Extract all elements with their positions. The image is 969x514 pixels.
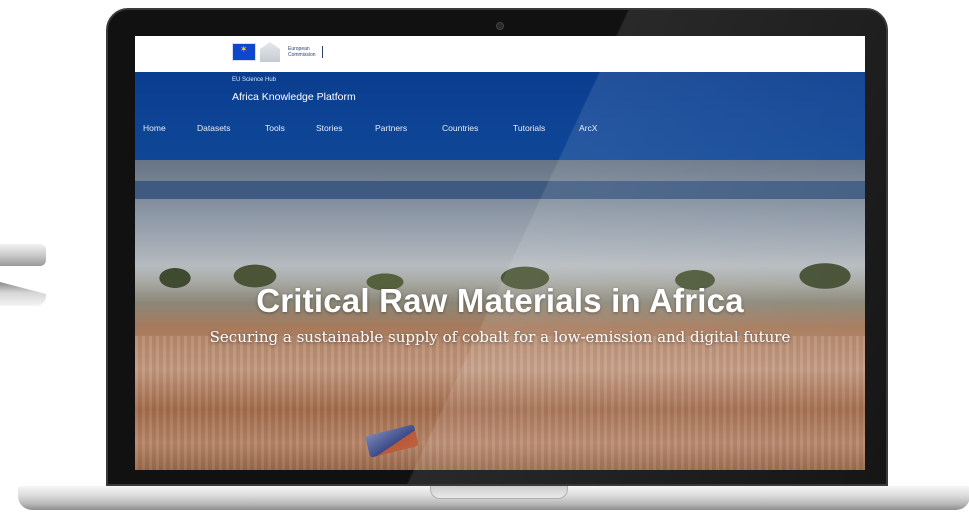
camera-icon [496, 22, 504, 30]
nav-strip [135, 181, 865, 199]
nav-item-stories[interactable]: Stories [316, 123, 342, 133]
laptop-bezel: European Commission EU Science Hub Afric… [106, 8, 888, 486]
main-nav: Home Datasets Tools Stories Partners Cou… [135, 120, 865, 136]
hero-cliff [135, 336, 865, 470]
nav-item-tools[interactable]: Tools [265, 123, 285, 133]
ec-top-bar: European Commission [135, 36, 865, 72]
nav-item-tutorials[interactable]: Tutorials [513, 123, 545, 133]
hub-label: EU Science Hub [232, 77, 277, 83]
nav-item-partners[interactable]: Partners [375, 123, 407, 133]
laptop-base-notch [430, 486, 568, 499]
laptop-screen: European Commission EU Science Hub Afric… [135, 36, 865, 470]
partial-device-bottom [0, 282, 46, 306]
ec-logo-text: European Commission [288, 46, 323, 58]
eu-flag-icon [232, 43, 256, 61]
nav-item-countries[interactable]: Countries [442, 123, 478, 133]
ec-building-icon [260, 42, 280, 62]
ec-logo-line2: Commission [288, 52, 316, 58]
hero-title: Critical Raw Materials in Africa [256, 282, 744, 319]
hero-subtitle: Securing a sustainable supply of cobalt … [209, 328, 791, 346]
partial-device-top [0, 244, 46, 266]
nav-item-home[interactable]: Home [143, 123, 166, 133]
ec-logo[interactable]: European Commission [232, 42, 323, 62]
nav-item-arcx[interactable]: ArcX [579, 123, 597, 133]
nav-item-datasets[interactable]: Datasets [197, 123, 231, 133]
site-title[interactable]: Africa Knowledge Platform [232, 91, 356, 103]
hero-banner: Critical Raw Materials in Africa Securin… [135, 160, 865, 470]
